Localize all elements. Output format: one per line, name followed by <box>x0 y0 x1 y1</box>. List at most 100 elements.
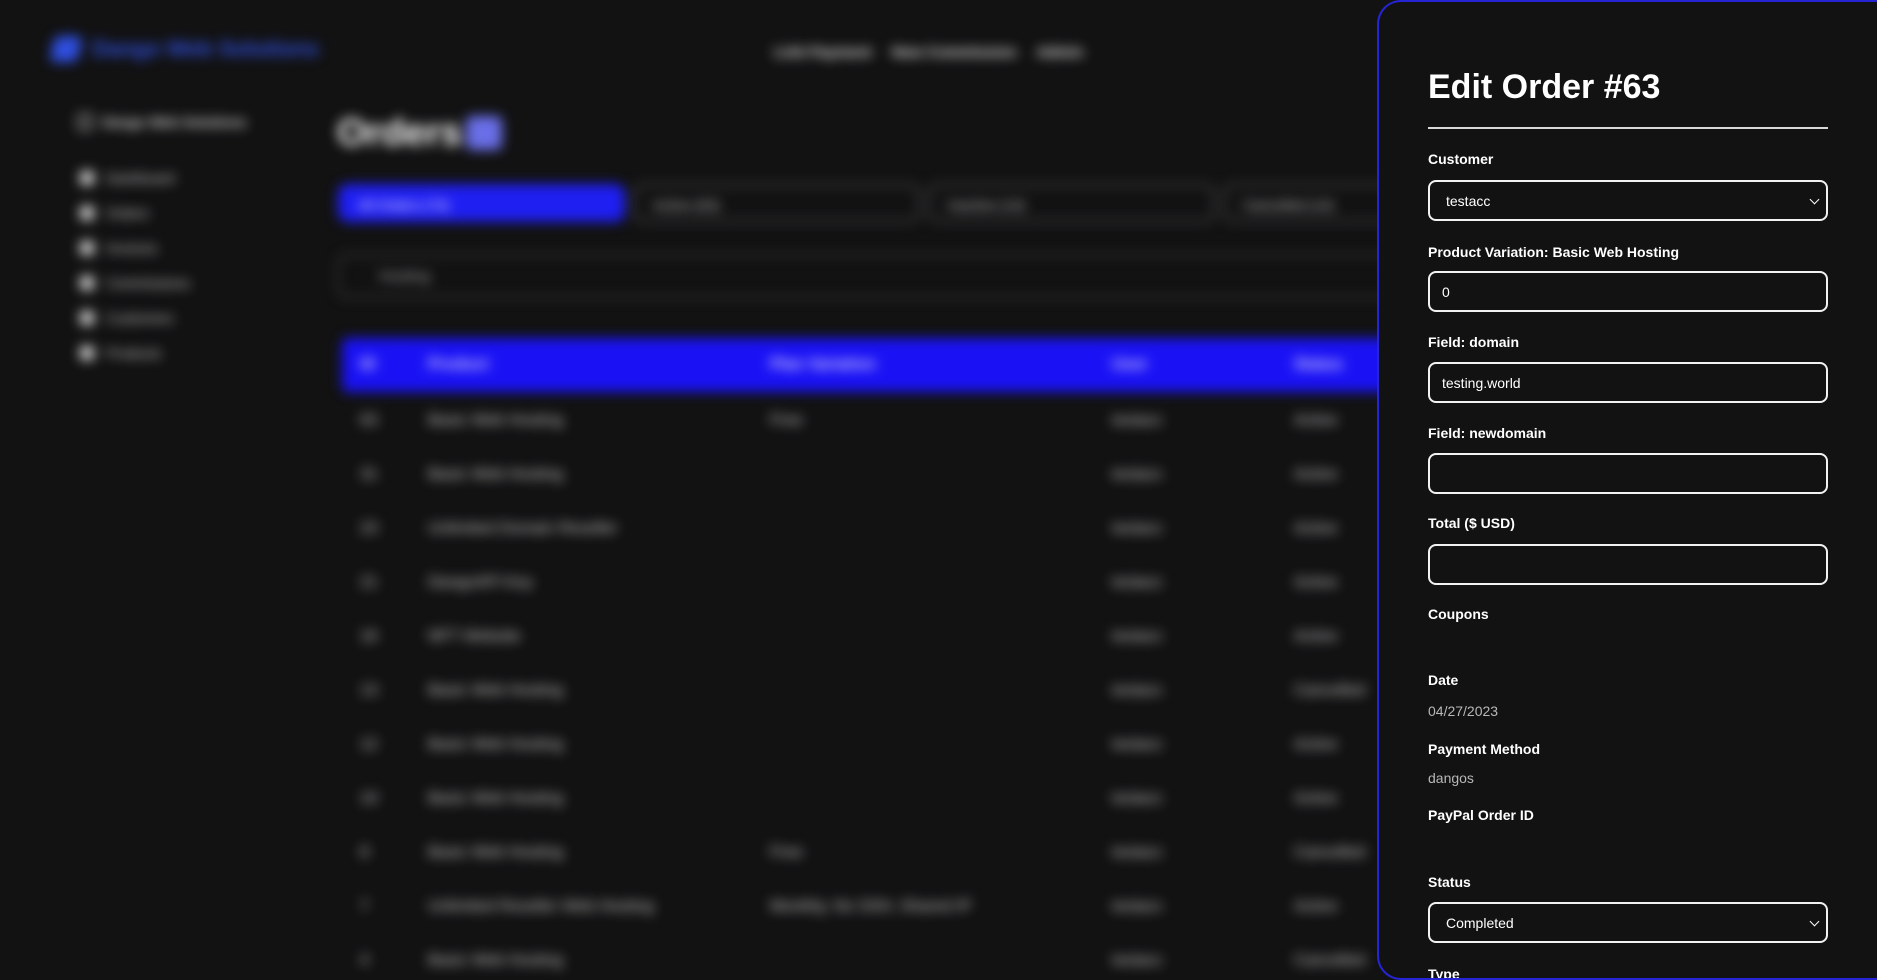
table-row[interactable]: 8 Basic Web Hosting Free testacc Cancelled <box>342 828 1442 882</box>
table-cell: 31 <box>360 466 378 483</box>
table-cell: Active <box>1294 628 1338 645</box>
table-cell: testacc <box>1112 628 1163 645</box>
newdomain-input[interactable] <box>1428 453 1828 494</box>
column-header[interactable]: Plan Variation <box>770 356 876 374</box>
table-row[interactable]: 4 Basic Web Hosting testacc Cancelled <box>342 936 1442 980</box>
product-variation-label: Product Variation: Basic Web Hosting <box>1428 244 1680 260</box>
sidebar-item-label: Invoices <box>106 239 158 256</box>
brand[interactable]: Dango Web Solutions <box>49 36 319 62</box>
table-row[interactable]: 63 Basic Web Hosting Free testacc Active <box>342 396 1442 450</box>
sidebar-item-label: Customers <box>106 309 174 326</box>
customer-select[interactable]: testacc <box>1428 180 1828 221</box>
table-cell: Active <box>1294 466 1338 483</box>
table-row[interactable]: 12 Basic Web Hosting testacc Active <box>342 720 1442 774</box>
brand-name: Dango Web Solutions <box>92 36 319 61</box>
table-cell: Unlimited Reseller Web Hosting <box>428 898 654 915</box>
status-select-value: Completed <box>1446 914 1514 931</box>
table-cell: Active <box>1294 574 1338 591</box>
sidebar-item-label: Dashboard <box>106 169 175 186</box>
status-select[interactable]: Completed <box>1428 902 1828 943</box>
cart-icon <box>80 205 94 220</box>
total-input[interactable] <box>1428 544 1828 585</box>
table-cell: Basic Web Hosting <box>428 844 563 861</box>
nav-link-payment[interactable]: Link Payment <box>774 44 872 61</box>
table-cell: testacc <box>1112 844 1163 861</box>
sidebar-company[interactable]: Dango Web Solutions <box>78 114 246 130</box>
page-title: Orders <box>337 112 462 154</box>
sidebar-item-label: Commissions <box>106 274 191 291</box>
newdomain-label: Field: newdomain <box>1428 425 1547 441</box>
date-label: Date <box>1428 672 1459 688</box>
domain-input[interactable] <box>1428 362 1828 403</box>
table-cell: Basic Web Hosting <box>428 952 563 969</box>
customer-label: Customer <box>1428 151 1494 167</box>
table-cell: Basic Web Hosting <box>428 412 563 429</box>
coupons-label: Coupons <box>1428 606 1489 622</box>
table-cell: testacc <box>1112 736 1163 753</box>
brand-logo-icon <box>49 36 83 62</box>
table-cell: Active <box>1294 898 1338 915</box>
brush-icon <box>80 275 94 290</box>
panel-title: Edit Order #63 <box>1428 68 1661 106</box>
column-header[interactable]: Status <box>1294 356 1343 374</box>
sidebar-item-invoices[interactable]: Invoices <box>80 238 190 257</box>
table-cell: Active <box>1294 520 1338 537</box>
table-cell: NFT Website <box>428 628 521 645</box>
table-cell: 7 <box>360 898 369 915</box>
top-nav: Link Payment New Commission Admin <box>774 44 1083 61</box>
table-row[interactable]: 21 DangoAPI Key testacc Active <box>342 558 1442 612</box>
product-variation-input[interactable] <box>1428 271 1828 312</box>
table-cell: Basic Web Hosting <box>428 682 563 699</box>
table-cell: testacc <box>1112 952 1163 969</box>
table-cell: Free <box>770 844 803 861</box>
table-cell: Unlimited Domain Reseller <box>428 520 618 537</box>
table-row[interactable]: 16 NFT Website testacc Active <box>342 612 1442 666</box>
chevron-down-icon <box>1809 916 1820 927</box>
user-icon <box>80 310 94 325</box>
tab-active[interactable]: Active (63) <box>633 184 920 222</box>
sidebar-item-label: Products <box>106 344 162 361</box>
nav-admin[interactable]: Admin <box>1037 44 1084 61</box>
column-header[interactable]: User <box>1112 356 1148 374</box>
table-row[interactable]: 23 Unlimited Domain Reseller testacc Active <box>342 504 1442 558</box>
nav-new-commission[interactable]: New Commission <box>892 44 1017 61</box>
search-input[interactable]: Hosting <box>337 254 1437 298</box>
box-icon <box>80 345 94 360</box>
invoice-icon <box>80 240 94 255</box>
table-row[interactable]: 10 Basic Web Hosting testacc Active <box>342 774 1442 828</box>
table-cell: 8 <box>360 844 369 861</box>
add-order-button[interactable] <box>466 116 502 150</box>
table-cell: testacc <box>1112 790 1163 807</box>
table-cell: testacc <box>1112 574 1163 591</box>
sidebar-item-commissions[interactable]: Commissions <box>80 273 190 292</box>
payment-method-value: dangos <box>1428 770 1474 786</box>
table-cell: 16 <box>360 628 378 645</box>
sidebar-item-dashboard[interactable]: Dashboard <box>80 168 190 187</box>
table-header: ID Product Plan Variation User Status <box>342 338 1442 392</box>
table-row[interactable]: 31 Basic Web Hosting testacc Active <box>342 450 1442 504</box>
sidebar-company-name: Dango Web Solutions <box>102 114 247 130</box>
sidebar-item-customers[interactable]: Customers <box>80 308 190 327</box>
table-cell: Active <box>1294 412 1338 429</box>
customer-select-value: testacc <box>1446 192 1491 209</box>
table-cell: Cancelled <box>1294 952 1366 969</box>
table-cell: 10 <box>360 790 378 807</box>
chevron-down-icon <box>1809 194 1820 205</box>
column-header[interactable]: ID <box>360 356 376 374</box>
domain-label: Field: domain <box>1428 334 1519 350</box>
table-row[interactable]: 13 Basic Web Hosting testacc Cancelled <box>342 666 1442 720</box>
table-cell: Cancelled <box>1294 844 1366 861</box>
sidebar-item-products[interactable]: Products <box>80 343 190 362</box>
table-cell: 12 <box>360 736 378 753</box>
table-cell: testacc <box>1112 466 1163 483</box>
column-header[interactable]: Product <box>428 356 488 374</box>
sidebar-item-orders[interactable]: Orders <box>80 203 190 222</box>
tab-all-orders[interactable]: All Orders (74) <box>338 184 625 222</box>
divider <box>1428 127 1828 129</box>
table-cell: Free <box>770 412 803 429</box>
tab-inactive[interactable]: Inactive (14) <box>928 184 1215 222</box>
type-label: Type <box>1428 966 1460 980</box>
table-cell: DangoAPI Key <box>428 574 533 591</box>
table-row[interactable]: 7 Unlimited Reseller Web Hosting Monthly, … <box>342 882 1442 936</box>
sidebar-nav: Dashboard Orders Invoices Commissions Cu… <box>80 168 190 362</box>
